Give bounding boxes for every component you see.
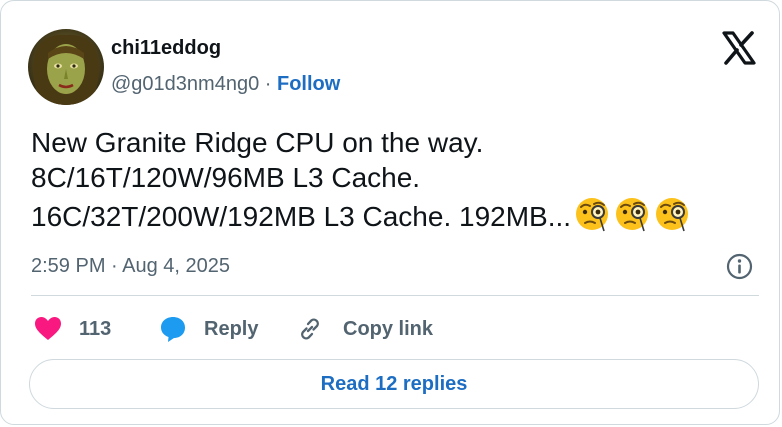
face-with-monocle-emoji: [616, 198, 649, 232]
reply-label: Reply: [204, 317, 259, 340]
info-icon[interactable]: [726, 253, 753, 280]
copy-link-label: Copy link: [343, 317, 434, 340]
tweet-timestamp[interactable]: 2:59 PM · Aug 4, 2025: [31, 255, 230, 278]
tweet-line-with-emoji: 16C/32T/200W/192MB L3 Cache. 192MB...: [31, 195, 761, 234]
avatar[interactable]: [28, 29, 104, 105]
reply-button[interactable]: Reply: [159, 313, 258, 345]
divider: [31, 295, 759, 296]
copy-link-button[interactable]: Copy link: [297, 313, 433, 345]
tweet-card: chi11eddog @g01d3nm4ng0 · Follow New Gra…: [0, 0, 780, 425]
link-icon: [301, 318, 319, 340]
read-replies-button[interactable]: Read 12 replies: [29, 359, 759, 409]
tweet-line: New Granite Ridge CPU on the way.: [31, 127, 484, 158]
tweet-text: New Granite Ridge CPU on the way. 8C/16T…: [31, 125, 761, 234]
heart-icon: [35, 317, 61, 340]
face-with-monocle-emoji: [576, 198, 609, 232]
like-button[interactable]: 113: [34, 313, 111, 345]
face-with-monocle-emoji: [656, 198, 689, 232]
author-display-name[interactable]: chi11eddog: [111, 37, 221, 60]
like-count: 113: [79, 317, 112, 340]
speech-bubble-icon: [161, 317, 185, 342]
tweet-line: 8C/16T/120W/96MB L3 Cache.: [31, 162, 421, 193]
author-handle-row: @g01d3nm4ng0 · Follow: [111, 73, 340, 96]
follow-button[interactable]: Follow: [277, 73, 340, 95]
tweet-line: 16C/32T/200W/192MB L3 Cache. 192MB...: [31, 201, 572, 232]
x-logo-icon[interactable]: [721, 31, 757, 65]
handle-separator: ·: [264, 73, 272, 95]
author-handle[interactable]: @g01d3nm4ng0: [111, 73, 259, 95]
